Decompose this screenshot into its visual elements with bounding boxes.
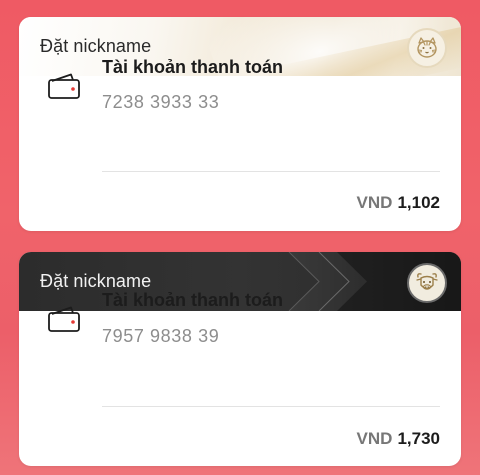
set-nickname-button[interactable]: Đặt nickname xyxy=(40,271,151,292)
balance: VND 1,102 xyxy=(357,193,440,213)
balance-amount: 1,102 xyxy=(397,193,440,212)
balance-amount: 1,730 xyxy=(397,429,440,448)
account-number: 7957 9838 39 xyxy=(102,326,220,346)
account-type: Tài khoản thanh toán xyxy=(102,290,284,310)
set-nickname-button[interactable]: Đặt nickname xyxy=(40,36,151,57)
divider xyxy=(102,406,440,407)
account-card[interactable]: Đặt nickname Tài khoản thanh toán 7238 3… xyxy=(19,17,461,231)
tiger-icon xyxy=(407,28,447,68)
account-type: Tài khoản thanh toán xyxy=(102,57,284,77)
balance-currency: VND xyxy=(356,429,393,448)
wallet-icon xyxy=(47,305,81,333)
wallet-icon xyxy=(47,72,81,100)
account-number: 7238 3933 33 xyxy=(102,92,220,112)
balance-currency: VND xyxy=(356,193,393,212)
ox-icon xyxy=(407,263,447,303)
divider xyxy=(102,171,440,172)
balance: VND 1,730 xyxy=(357,429,440,449)
account-card[interactable]: Đặt nickname Tài khoản thanh toán 7957 9… xyxy=(19,252,461,466)
